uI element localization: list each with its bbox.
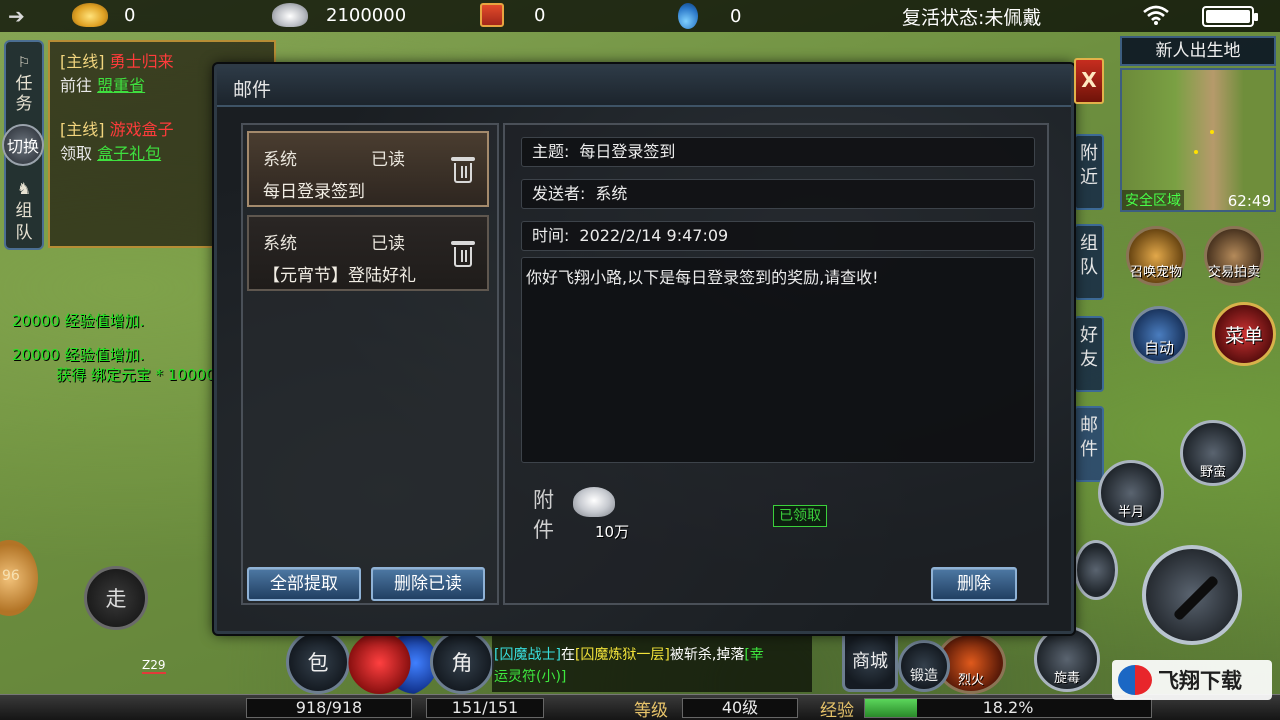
exp-bar: 18.2% — [864, 698, 1152, 718]
chat-line: 运灵符(小)] — [494, 669, 567, 685]
delete-button[interactable]: 删除 — [931, 567, 1017, 601]
trash-icon[interactable] — [451, 157, 475, 183]
gold-currency: 0 — [72, 3, 135, 27]
bag-button[interactable]: 包 — [286, 630, 350, 694]
mail-body: 你好飞翔小路,以下是每日登录签到的奖励,请查收! — [521, 257, 1035, 463]
tab-nearby[interactable]: 附近 — [1074, 134, 1104, 210]
task-tab[interactable]: ⚐ 任务 — [6, 52, 42, 114]
role-button[interactable]: 角 — [430, 630, 494, 694]
claim-all-button[interactable]: 全部提取 — [247, 567, 361, 601]
potion-amount: 0 — [730, 5, 742, 27]
level-label: 等级 — [634, 701, 668, 720]
shop-button[interactable]: 商城 — [842, 628, 898, 692]
skill-poison-button[interactable]: 旋毒 — [1034, 626, 1100, 692]
claimed-badge: 已领取 — [773, 505, 827, 527]
quest-link[interactable]: 盟重省 — [97, 76, 145, 95]
silver-amount: 2100000 — [326, 4, 407, 26]
minimap-npc-dot — [1210, 130, 1214, 134]
potion-currency: 0 — [678, 3, 741, 29]
hp-value: 918/918 — [246, 698, 412, 718]
tab-friends[interactable]: 好友 — [1074, 316, 1104, 392]
gold-ingot-icon — [72, 3, 108, 27]
summon-pet-button[interactable]: 召唤宠物 — [1126, 226, 1186, 286]
menu-button[interactable]: 菜单 — [1212, 302, 1276, 366]
mail-sender-field: 发送者: 系统 — [521, 179, 1035, 209]
skill-side-button[interactable] — [1074, 540, 1118, 600]
potion-icon — [678, 3, 698, 29]
trade-auction-button[interactable]: 交易拍卖 — [1204, 226, 1264, 286]
attachment-count: 10万 — [595, 523, 630, 541]
close-button[interactable]: X — [1074, 58, 1104, 104]
silver-ingot-icon[interactable] — [573, 487, 615, 517]
watermark-logo-icon — [1118, 665, 1152, 695]
mail-list-item[interactable]: 系统 已读 【元宵节】登陆好礼 — [247, 215, 489, 291]
wifi-icon — [1143, 5, 1169, 30]
level-value: 40级 — [682, 698, 798, 718]
map-name: 新人出生地 — [1120, 36, 1276, 66]
system-log-line: 20000 经验值增加. — [12, 346, 145, 364]
system-log-line: 20000 经验值增加. — [12, 312, 145, 330]
main-attack-button[interactable] — [1142, 545, 1242, 645]
token-amount: 0 — [534, 4, 546, 26]
position-label: Z29 — [142, 658, 166, 674]
token-icon — [480, 3, 504, 27]
tab-team[interactable]: 组队 — [1074, 224, 1104, 300]
task-flag-icon: ⚐ — [17, 55, 31, 71]
revive-status: 复活状态:未佩戴 — [902, 7, 1042, 29]
gold-amount: 0 — [124, 4, 136, 26]
mail-time-field: 时间: 2022/2/14 9:47:09 — [521, 221, 1035, 251]
exp-label: 经验 — [820, 701, 854, 720]
skill-halfmoon-button[interactable]: 半月 — [1098, 460, 1164, 526]
silver-ingot-icon — [272, 3, 308, 27]
quest-item[interactable]: [主线] 勇士归来 前往 盟重省 — [60, 50, 174, 98]
hp-mp-orb — [348, 628, 438, 698]
team-figure-icon: ♞ — [16, 179, 32, 198]
level-orb: 96 — [0, 540, 38, 616]
mail-dialog-title: 邮件 — [233, 79, 272, 101]
tab-mail[interactable]: 邮件 — [1074, 406, 1104, 482]
minimap-player-dot — [1194, 150, 1198, 154]
mail-detail: 主题: 每日登录签到 发送者: 系统 时间: 2022/2/14 9:47:09 你好… — [503, 123, 1049, 605]
mail-subject-field: 主题: 每日登录签到 — [521, 137, 1035, 167]
attachment-label: 附件 — [533, 488, 554, 542]
token-currency: 0 — [480, 3, 545, 27]
chat-line: [囚魔战士]在[囚魔炼狱一层]被斩杀,掉落[幸 — [494, 647, 764, 663]
trash-icon[interactable] — [451, 241, 475, 267]
quest-item[interactable]: [主线] 游戏盒子 领取 盒子礼包 — [60, 118, 174, 166]
bottom-status-bar: 918/918 151/151 等级 40级 经验 18.2% — [0, 694, 1280, 720]
walk-button[interactable]: 走 — [84, 566, 148, 630]
watermark: 飞翔下载 — [1112, 660, 1272, 700]
mail-dialog-header: 邮件 — [217, 67, 1071, 107]
delete-read-button[interactable]: 删除已读 — [371, 567, 485, 601]
silver-currency: 2100000 — [272, 3, 406, 27]
skill-savage-button[interactable]: 野蛮 — [1180, 420, 1246, 486]
mail-list: 系统 已读 每日登录签到 系统 已读 【元宵节】登陆好礼 — [241, 123, 499, 605]
minimap[interactable]: 安全区域 62:49 — [1120, 68, 1276, 212]
expand-arrow-icon[interactable]: ➔ — [8, 4, 25, 28]
team-tab[interactable]: ♞ 组队 — [6, 178, 42, 244]
quest-link[interactable]: 盒子礼包 — [97, 144, 161, 163]
mp-value: 151/151 — [426, 698, 544, 718]
switch-button[interactable]: 切换 — [2, 124, 44, 166]
forge-button[interactable]: 锻造 — [898, 640, 950, 692]
auto-button[interactable]: 自动 — [1130, 306, 1188, 364]
game-clock: 62:49 — [1227, 192, 1271, 210]
system-log-line: 获得 绑定元宝 * 100000 — [56, 366, 226, 384]
safe-zone-label: 安全区域 — [1122, 190, 1184, 210]
battery-icon — [1202, 6, 1258, 27]
mail-dialog: 邮件 系统 已读 每日登录签到 系统 已读 【元宵节】登陆好礼 全部提取 删除已… — [214, 64, 1074, 634]
exp-bar-fill — [865, 699, 918, 717]
mail-list-item[interactable]: 系统 已读 每日登录签到 — [247, 131, 489, 207]
top-status-bar: ➔ 0 2100000 0 0 复活状态:未佩戴 — [0, 0, 1280, 32]
